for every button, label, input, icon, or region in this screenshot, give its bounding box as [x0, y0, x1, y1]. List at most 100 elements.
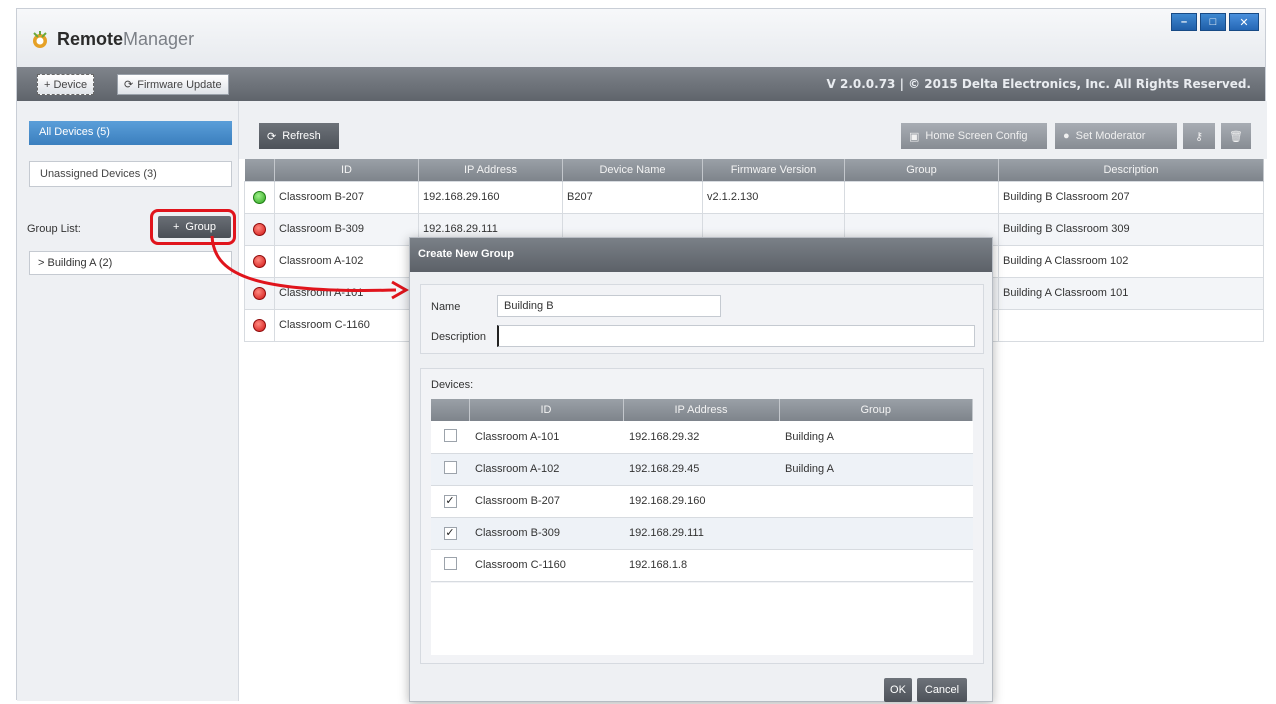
table-row[interactable]: Classroom C-1160 192.168.1.8	[431, 549, 973, 582]
group-list-label: Group List:	[27, 223, 81, 235]
dialog-device-table: ID IP Address Group Classroom A-101 192.…	[431, 399, 973, 582]
cell-description: Building A Classroom 102	[998, 244, 1264, 278]
select-cell: ✓	[431, 517, 469, 550]
cell-description	[998, 308, 1264, 342]
row-checkbox-checked[interactable]: ✓	[443, 526, 457, 540]
trash-icon: 🗑	[1229, 130, 1243, 143]
key-button[interactable]: ⚷	[1183, 123, 1215, 149]
description-label: Description	[431, 331, 487, 343]
table-row[interactable]: ✓ Classroom B-309 192.168.29.111	[431, 517, 973, 550]
cell-ip: 192.168.29.32	[623, 421, 779, 454]
delete-button[interactable]: 🗑	[1221, 123, 1251, 149]
add-device-label: + Device	[44, 78, 88, 91]
cancel-button[interactable]: Cancel	[917, 678, 967, 702]
window-controls: – □ ✕	[1171, 13, 1259, 31]
cell-id: Classroom C-1160	[274, 308, 419, 342]
col-ip[interactable]: IP Address	[418, 159, 563, 181]
plus-icon: +	[172, 221, 180, 233]
toolbar: + Device ⟳ Firmware Update V 2.0.0.73 | …	[17, 67, 1265, 101]
sidebar-item-all-devices[interactable]: All Devices (5)	[29, 121, 232, 145]
main-toolbar: ⟳ Refresh ▣ Home Screen Config ● Set Mod…	[239, 101, 1267, 159]
app-title-light: Manager	[123, 29, 195, 49]
add-device-button[interactable]: + Device	[37, 74, 95, 95]
status-offline-icon	[253, 318, 266, 332]
table-row[interactable]: Classroom A-102 192.168.29.45 Building A	[431, 453, 973, 486]
sidebar-item-unassigned[interactable]: Unassigned Devices (3)	[29, 161, 232, 187]
screen-icon: ▣	[909, 130, 920, 143]
app-title-bold: Remote	[57, 29, 124, 49]
cell-ip: 192.168.29.160	[623, 485, 779, 518]
cell-group	[844, 180, 999, 214]
col-ip[interactable]: IP Address	[623, 399, 780, 421]
group-name-field[interactable]: Building B	[497, 295, 721, 317]
cell-group	[779, 485, 973, 518]
device-table-header: ID IP Address Device Name Firmware Versi…	[244, 159, 1264, 181]
sidebar-item-group[interactable]: > Building A (2)	[29, 251, 232, 275]
app-title: RemoteManager	[57, 29, 194, 50]
cell-group	[779, 549, 973, 582]
app-logo-icon	[33, 31, 47, 48]
cell-group: Building A	[779, 453, 973, 486]
devices-section: Devices: ID IP Address Group Classroom A…	[420, 368, 984, 664]
cell-description: Building B Classroom 207	[998, 180, 1264, 214]
select-cell	[431, 549, 469, 582]
maximize-button[interactable]: □	[1200, 13, 1226, 31]
home-screen-config-button[interactable]: ▣ Home Screen Config	[901, 123, 1047, 149]
table-empty-area	[431, 583, 973, 655]
ok-button[interactable]: OK	[884, 678, 912, 702]
dialog-title: Create New Group	[410, 238, 992, 272]
col-group[interactable]: Group	[844, 159, 999, 181]
firmware-update-button[interactable]: ⟳ Firmware Update	[117, 74, 229, 95]
select-cell: ✓	[431, 485, 469, 518]
cell-group: Building A	[779, 421, 973, 454]
name-label: Name	[431, 301, 461, 313]
status-cell	[244, 180, 275, 214]
refresh-button[interactable]: ⟳ Refresh	[259, 123, 339, 149]
refresh-icon: ⟳	[267, 130, 277, 143]
col-firmware[interactable]: Firmware Version	[702, 159, 845, 181]
refresh-label: Refresh	[282, 130, 321, 142]
refresh-cycle-icon: ⟳	[124, 79, 134, 91]
minimize-button[interactable]: –	[1171, 13, 1197, 31]
cell-description: Building A Classroom 101	[998, 276, 1264, 310]
annotation-arrow-icon	[210, 235, 410, 300]
cell-description: Building B Classroom 309	[998, 212, 1264, 246]
user-icon: ●	[1063, 130, 1070, 142]
col-device-name[interactable]: Device Name	[562, 159, 703, 181]
col-group[interactable]: Group	[779, 399, 973, 421]
row-checkbox-checked[interactable]: ✓	[443, 494, 457, 508]
row-checkbox[interactable]	[443, 428, 457, 442]
cell-id: Classroom B-207	[274, 180, 419, 214]
cell-ip: 192.168.29.160	[418, 180, 563, 214]
close-button[interactable]: ✕	[1229, 13, 1259, 31]
cell-id: Classroom A-101	[469, 421, 623, 454]
col-description[interactable]: Description	[998, 159, 1264, 181]
cell-ip: 192.168.1.8	[623, 549, 779, 582]
cell-id: Classroom B-207	[469, 485, 623, 518]
select-cell	[431, 421, 469, 454]
table-row[interactable]: ✓ Classroom B-207 192.168.29.160	[431, 485, 973, 518]
group-description-field[interactable]	[497, 325, 975, 347]
cell-name: B207	[562, 180, 703, 214]
col-status	[244, 159, 275, 181]
cell-id: Classroom C-1160	[469, 549, 623, 582]
row-checkbox[interactable]	[443, 461, 457, 474]
col-select	[431, 399, 470, 421]
set-moderator-label: Set Moderator	[1075, 130, 1146, 142]
col-id[interactable]: ID	[274, 159, 419, 181]
copyright-text: V 2.0.0.73 | © 2015 Delta Electronics, I…	[826, 77, 1252, 91]
group-details-section: Name Building B Description	[420, 284, 984, 354]
table-row[interactable]: Classroom A-101 192.168.29.32 Building A	[431, 421, 973, 454]
table-row[interactable]: Classroom B-207 192.168.29.160 B207 v2.1…	[244, 180, 1264, 214]
cell-id: Classroom B-309	[469, 517, 623, 550]
cell-id: Classroom A-102	[469, 453, 623, 486]
set-moderator-button[interactable]: ● Set Moderator	[1055, 123, 1177, 149]
devices-label: Devices:	[431, 379, 474, 391]
cell-ip: 192.168.29.45	[623, 453, 779, 486]
col-id[interactable]: ID	[469, 399, 624, 421]
sidebar: All Devices (5) Unassigned Devices (3) G…	[17, 101, 239, 701]
select-cell	[431, 453, 469, 486]
status-cell	[244, 308, 275, 342]
row-checkbox[interactable]	[443, 557, 457, 570]
key-icon: ⚷	[1194, 130, 1204, 143]
